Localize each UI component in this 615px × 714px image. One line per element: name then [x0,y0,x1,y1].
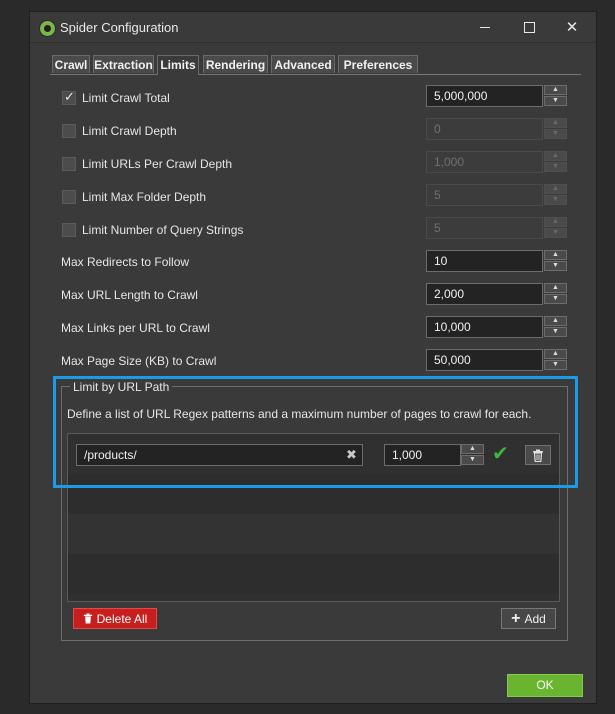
spin-down-button[interactable]: ▼ [461,455,484,465]
tab-crawl[interactable]: Crawl [52,55,90,73]
spin-up-button[interactable]: ▲ [544,349,567,359]
spin-down-button: ▼ [544,129,567,139]
delete-row-button[interactable] [525,445,551,465]
spin-down-button: ▼ [544,195,567,205]
spider-app-icon [39,20,56,37]
limit-crawl-depth-label: Limit Crawl Depth [82,124,177,138]
close-button[interactable]: ✕ [549,12,595,42]
limit-max-folder-depth-spinner: 5 ▲ ▼ [426,184,568,206]
list-row-empty [68,474,559,514]
spin-down-button[interactable]: ▼ [544,294,567,304]
max-page-size-label: Max Page Size (KB) to Crawl [61,354,217,368]
group-description: Define a list of URL Regex patterns and … [67,407,532,421]
url-pattern-input[interactable]: /products/ [76,444,363,466]
max-pages-input[interactable]: 1,000 [384,444,461,466]
limit-crawl-depth-spinner: 0 ▲ ▼ [426,118,568,140]
max-links-spinner[interactable]: 10,000 ▲ ▼ [426,316,568,338]
max-redirects-label: Max Redirects to Follow [61,255,190,269]
title-bar: Spider Configuration ✕ [30,12,596,43]
tab-rendering[interactable]: Rendering [203,55,268,73]
add-label: Add [524,611,546,626]
limit-crawl-depth-checkbox[interactable] [62,124,76,138]
limit-crawl-total-input[interactable]: 5,000,000 [426,85,543,107]
spin-down-button: ▼ [544,162,567,172]
spin-up-button[interactable]: ▲ [544,316,567,326]
delete-all-label: Delete All [96,611,148,626]
max-links-label: Max Links per URL to Crawl [61,321,210,335]
max-page-size-input[interactable]: 50,000 [426,349,543,371]
limit-query-strings-checkbox[interactable] [62,223,76,237]
limit-max-folder-depth-label: Limit Max Folder Depth [82,190,207,204]
limit-crawl-total-label: Limit Crawl Total [82,91,170,105]
spin-up-button[interactable]: ▲ [544,85,567,95]
spider-configuration-dialog: Spider Configuration ✕ Crawl Extraction … [29,11,597,704]
trash-icon [83,613,92,624]
spin-down-button[interactable]: ▼ [544,261,567,271]
limit-urls-per-depth-input: 1,000 [426,151,543,173]
limit-query-strings-label: Limit Number of Query Strings [82,223,244,237]
spin-down-button[interactable]: ▼ [544,327,567,337]
limit-crawl-depth-input: 0 [426,118,543,140]
max-page-size-spinner[interactable]: 50,000 ▲ ▼ [426,349,568,371]
delete-all-button[interactable]: Delete All [73,608,157,629]
maximize-icon [523,21,535,33]
confirm-check-icon[interactable]: ✔ [492,443,509,465]
spin-up-button: ▲ [544,118,567,128]
spin-up-button[interactable]: ▲ [461,444,484,454]
max-url-length-spinner[interactable]: 2,000 ▲ ▼ [426,283,568,305]
add-button[interactable]: + Add [501,608,556,629]
checkmark-icon: ✓ [64,89,75,104]
tab-limits[interactable]: Limits [157,55,199,75]
spin-up-button: ▲ [544,151,567,161]
plus-icon: + [511,609,521,627]
maximize-button[interactable] [506,12,552,42]
minimize-button[interactable] [462,12,508,42]
spin-down-button[interactable]: ▼ [544,96,567,106]
spin-up-button[interactable]: ▲ [544,250,567,260]
ok-button[interactable]: OK [507,674,583,697]
list-row-empty [68,514,559,554]
max-links-input[interactable]: 10,000 [426,316,543,338]
spin-up-button[interactable]: ▲ [544,283,567,293]
tab-advanced[interactable]: Advanced [271,55,335,73]
tab-preferences[interactable]: Preferences [338,55,418,73]
tab-extraction[interactable]: Extraction [93,55,154,73]
max-url-length-label: Max URL Length to Crawl [61,288,198,302]
max-pages-spinner[interactable]: 1,000 ▲ ▼ [384,444,484,466]
tab-strip: Crawl Extraction Limits Rendering Advanc… [50,55,581,75]
spin-down-button[interactable]: ▼ [544,360,567,370]
limit-query-strings-input: 5 [426,217,543,239]
limit-crawl-total-checkbox[interactable]: ✓ [62,89,76,105]
limit-max-folder-depth-checkbox[interactable] [62,190,76,204]
limit-urls-per-depth-checkbox[interactable] [62,157,76,171]
max-redirects-spinner[interactable]: 10 ▲ ▼ [426,250,568,272]
list-row-empty [68,554,559,594]
limit-query-strings-spinner: 5 ▲ ▼ [426,217,568,239]
max-url-length-input[interactable]: 2,000 [426,283,543,305]
spin-up-button: ▲ [544,184,567,194]
clear-input-icon[interactable]: ✖ [346,448,357,462]
limit-crawl-total-spinner[interactable]: 5,000,000 ▲ ▼ [426,85,568,107]
max-redirects-input[interactable]: 10 [426,250,543,272]
limit-urls-per-depth-label: Limit URLs Per Crawl Depth [82,157,233,171]
trash-icon [533,449,543,462]
window-title: Spider Configuration [60,20,179,35]
close-icon: ✕ [565,19,579,36]
spin-down-button: ▼ [544,228,567,238]
group-title: Limit by URL Path [70,380,173,394]
spin-up-button: ▲ [544,217,567,227]
minimize-icon [480,26,490,28]
limit-max-folder-depth-input: 5 [426,184,543,206]
limit-urls-per-depth-spinner: 1,000 ▲ ▼ [426,151,568,173]
